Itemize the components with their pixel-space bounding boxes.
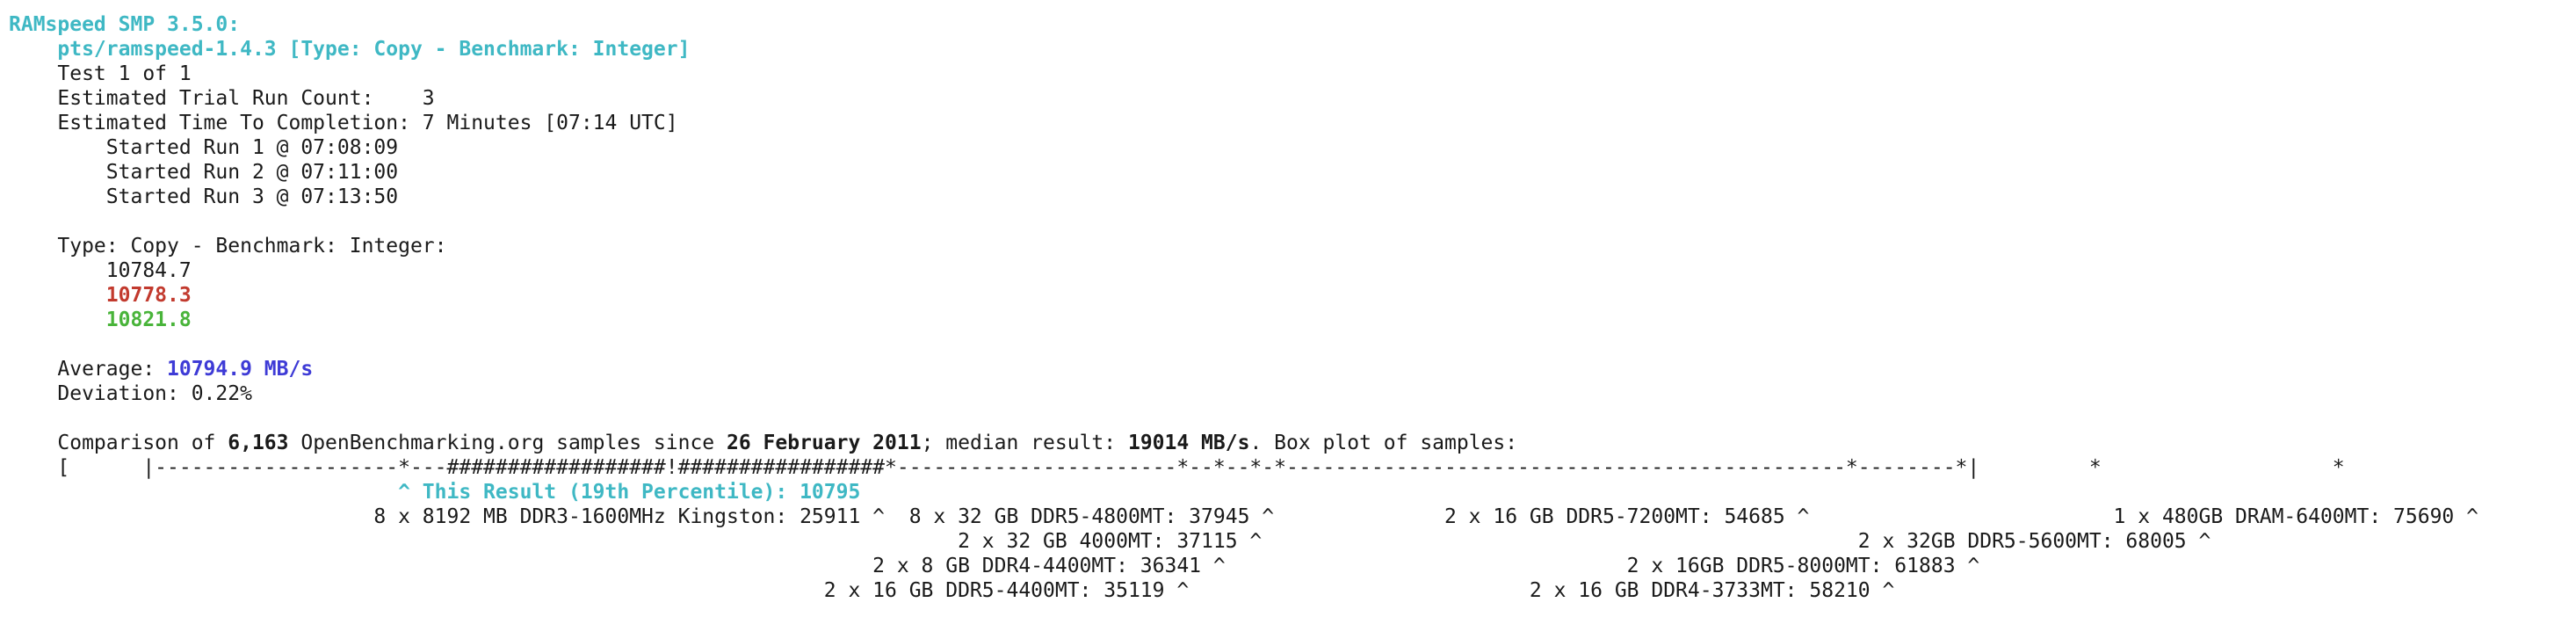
average-label: Average: [9,358,168,381]
box-plot: [ |--------------------*---#############… [9,456,2567,479]
comparison-since-date: 26 February 2011 [727,432,922,454]
comparison-mid-2: ; median result: [921,432,1128,454]
results-header: Type: Copy - Benchmark: Integer: [9,235,447,258]
deviation-line: Deviation: 0.22% [9,382,252,405]
comparison-mid-1: OpenBenchmarking.org samples since [288,432,727,454]
comparison-annotation-2: 2 x 32 GB 4000MT: 37115 ^ 2 x 32GB DDR5-… [9,530,2211,553]
average-value: 10794.9 MB/s [167,358,314,381]
result-value-2-text: 10778.3 [105,284,192,307]
test-title: RAMspeed SMP 3.5.0: [9,13,241,36]
average-line: Average: 10794.9 MB/s [9,357,2567,381]
comparison-median: 19014 MB/s [1127,432,1250,454]
comparison-prefix: Comparison of [9,432,228,454]
test-identifier: pts/ramspeed-1.4.3 [Type: Copy - Benchma… [9,38,691,61]
result-value-2: 10778.3 [9,283,2567,308]
trial-run-count: Estimated Trial Run Count: 3 [9,87,435,110]
this-result-marker: ^ This Result (19th Percentile): 10795 [9,481,861,504]
terminal-output: RAMspeed SMP 3.5.0: pts/ramspeed-1.4.3 [… [9,12,2567,613]
result-value-1-text: 10784.7 [105,259,192,282]
result-value-1: 10784.7 [9,258,2567,283]
result-value-3-text: 10821.8 [105,308,192,331]
test-count: Test 1 of 1 [9,62,192,85]
estimated-completion: Estimated Time To Completion: 7 Minutes … [9,112,678,134]
comparison-suffix: . Box plot of samples: [1249,432,1518,454]
comparison-annotation-4: 2 x 16 GB DDR5-4400MT: 35119 ^ 2 x 16 GB… [9,579,1895,602]
run-start-2: Started Run 2 @ 07:11:00 [9,161,399,184]
comparison-sample-count: 6,163 [228,432,289,454]
run-start-1: Started Run 1 @ 07:08:09 [9,136,399,159]
comparison-line: Comparison of 6,163 OpenBenchmarking.org… [9,431,2567,455]
comparison-annotation-1: 8 x 8192 MB DDR3-1600MHz Kingston: 25911… [9,505,2478,528]
comparison-annotation-3: 2 x 8 GB DDR4-4400MT: 36341 ^ 2 x 16GB D… [9,555,1980,577]
result-value-3: 10821.8 [9,308,2567,332]
run-start-3: Started Run 3 @ 07:13:50 [9,185,399,208]
